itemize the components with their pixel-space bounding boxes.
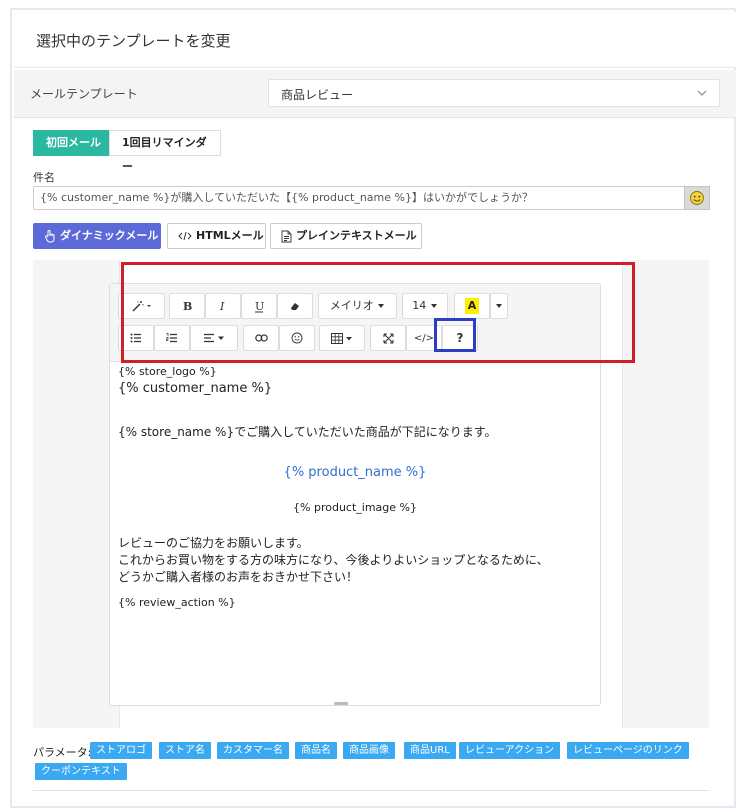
plain-text-mail-label: プレインテキストメール [296,229,417,242]
rich-text-editor: B I U メイリオ 14 A </> ? {% store_logo %} {… [109,283,601,706]
italic-button[interactable]: I [205,293,241,319]
code-icon [178,231,192,241]
caret-down-icon [496,304,502,308]
magic-wand-icon [132,301,151,312]
svg-text:B: B [183,300,192,312]
bold-icon: B [183,300,192,313]
highlight-letter: A [464,298,480,314]
font-size-select[interactable]: 14 [402,293,448,319]
subject-label: 件名 [33,171,55,184]
bullet-list-button[interactable] [118,325,154,351]
highlight-color-button[interactable]: A [454,293,490,319]
bullet-list-icon [130,333,141,343]
underline-button[interactable]: U [241,293,277,319]
caret-down-icon [378,304,385,308]
tab-reminder-1[interactable]: 1回目リマインダー [109,130,221,173]
body-line-3: どうかご購入者様のお声をおきかせ下さい！ [118,570,359,584]
insert-emoji-button[interactable] [279,325,315,351]
paragraph-align-button[interactable] [190,325,238,351]
smiley-icon [291,332,303,344]
product-image-placeholder: {% product_image %} [293,501,417,514]
review-action-placeholder: {% review_action %} [118,596,236,609]
body-line-2: これからお買い物をする方の味方になり、今後よりよいショップとなるために、 [118,553,549,567]
html-mail-label: HTMLメール [196,229,264,242]
template-select[interactable]: 商品レビュー [268,79,720,107]
numbered-list-icon [166,333,177,343]
product-name-link[interactable]: {% product_name %} [110,465,600,480]
editor-resize-handle[interactable] [334,702,348,705]
help-icon: ? [456,331,464,345]
param-chip-review-action[interactable]: レビューアクション [459,742,561,759]
panel-header: 選択中のテンプレートを変更 [14,12,736,68]
store-logo-placeholder: {% store_logo %} [118,365,217,378]
template-select-value: 商品レビュー [281,88,354,102]
page-title: 選択中のテンプレートを変更 [36,32,231,50]
template-row: メールテンプレート 商品レビュー [14,70,736,118]
link-icon [254,334,268,342]
align-left-icon [204,333,224,343]
dynamic-mail-button[interactable]: ダイナミックメール [33,223,161,249]
tab-first-mail[interactable]: 初回メール [33,130,114,156]
subject-input[interactable]: {% customer_name %}が購入していただいた【{% product… [33,186,685,210]
editor-toolbar: B I U メイリオ 14 A </> ? [110,284,600,362]
customer-name-placeholder: {% customer_name %} [118,381,273,396]
font-family-select[interactable]: メイリオ [318,293,397,319]
code-view-button[interactable]: </> [406,325,442,351]
code-view-icon: </> [413,333,435,344]
numbered-list-button[interactable] [154,325,190,351]
svg-text:I: I [219,300,225,312]
smiley-icon [690,191,704,205]
magic-style-button[interactable] [118,293,165,319]
html-mail-button[interactable]: HTMLメール [167,223,266,249]
body-line-1: レビューのご協力をお願いします。 [118,536,309,550]
italic-icon: I [219,300,225,313]
help-button[interactable]: ? [442,325,478,351]
font-family-value: メイリオ [329,299,374,312]
param-chip-coupon-text[interactable]: クーポンテキスト [35,763,127,780]
insert-link-button[interactable] [243,325,279,351]
fullscreen-button[interactable] [370,325,406,351]
editor-content[interactable]: {% store_logo %} {% customer_name %} {% … [110,362,600,705]
plain-text-mail-button[interactable]: プレインテキストメール [270,223,422,249]
eraser-icon [291,303,299,310]
expand-icon [383,333,393,343]
insert-table-button[interactable] [319,325,365,351]
underline-icon: U [255,300,264,313]
table-icon [331,332,352,344]
intro-text: {% store_name %}でご購入していただいた商品が下記になります。 [118,425,497,439]
param-chip-store-logo[interactable]: ストアロゴ [90,742,152,759]
param-chip-product-url[interactable]: 商品URL [404,742,456,759]
bold-button[interactable]: B [169,293,205,319]
emoji-button[interactable] [684,186,710,210]
divider [33,790,709,791]
highlight-color-dropdown[interactable] [490,293,508,319]
param-chip-store-name[interactable]: ストア名 [159,742,211,759]
eraser-button[interactable] [277,293,313,319]
params-label: パラメータ: [33,746,92,759]
document-icon [281,230,292,242]
svg-text:U: U [255,300,264,313]
hand-pointer-icon [45,229,55,242]
font-size-value: 14 [412,299,427,312]
caret-down-icon [430,304,437,308]
dynamic-mail-label: ダイナミックメール [60,229,159,242]
param-chip-product-name[interactable]: 商品名 [295,742,337,759]
template-label: メールテンプレート [30,87,138,101]
param-chip-product-image[interactable]: 商品画像 [343,742,395,759]
param-chip-customer-name[interactable]: カスタマー名 [217,742,289,759]
chevron-down-icon [697,90,707,96]
param-chip-review-page-link[interactable]: レビューページのリンク [567,742,689,759]
